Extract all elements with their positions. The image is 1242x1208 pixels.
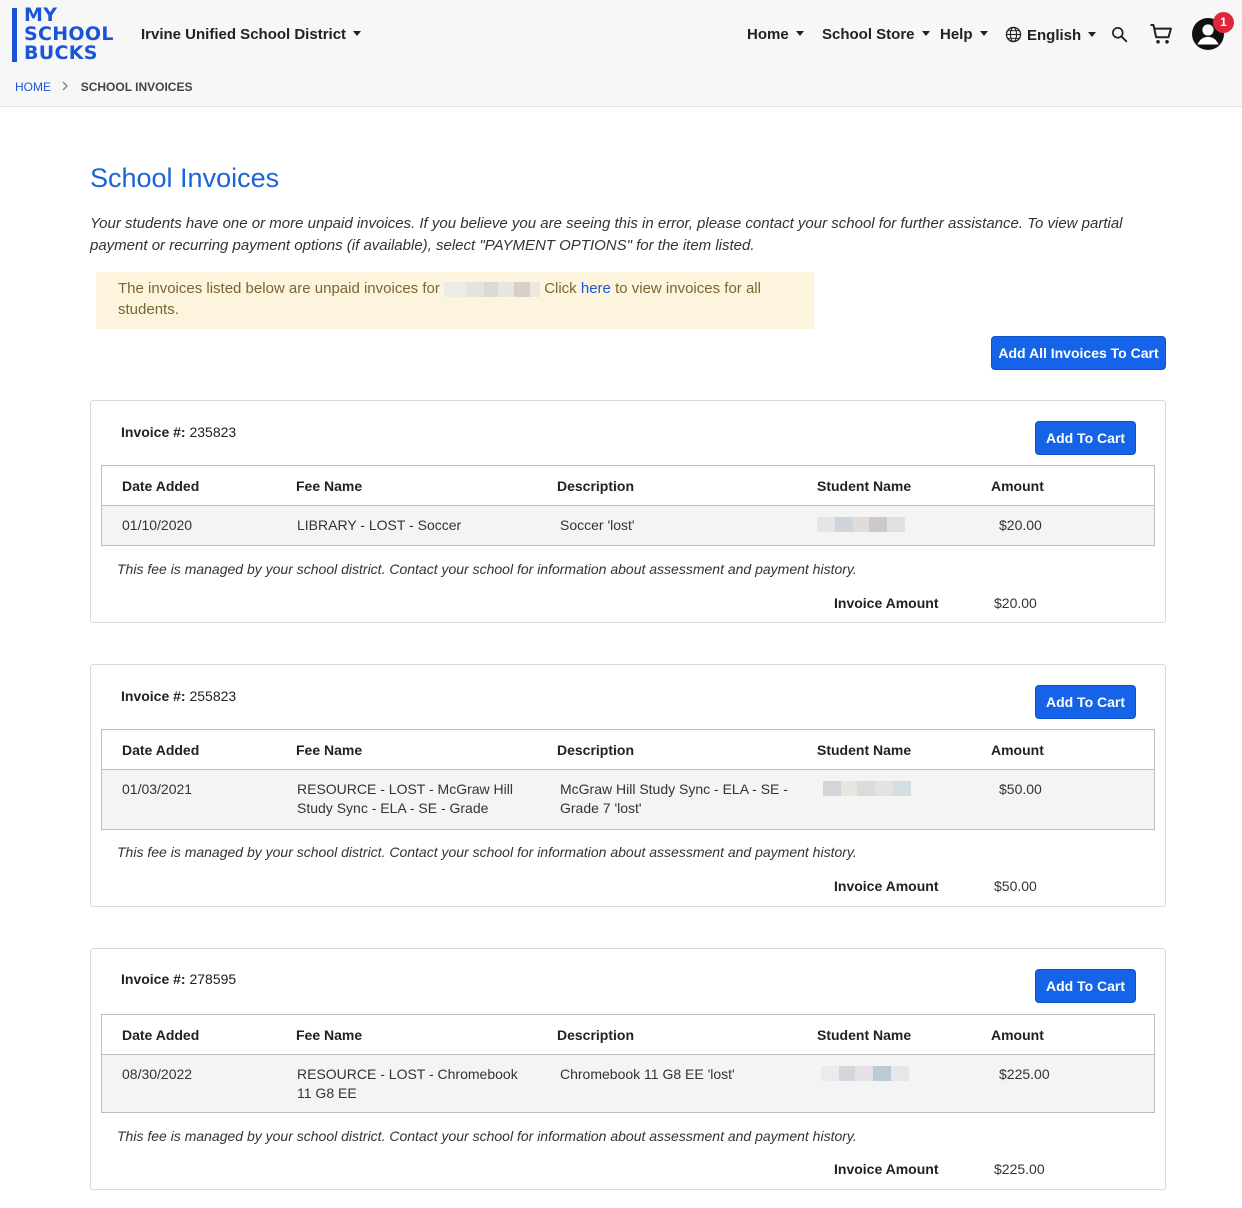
add-all-invoices-button[interactable]: Add All Invoices To Cart: [991, 336, 1166, 370]
chevron-right-icon: [62, 80, 72, 94]
breadcrumb-home-link[interactable]: HOME: [15, 80, 51, 94]
invoice-card: Invoice #: 255823 Add To Cart Date Added…: [90, 664, 1166, 907]
date-added: 01/03/2021: [122, 781, 193, 797]
cart-button[interactable]: [1149, 22, 1173, 51]
invoice-table: Date Added Fee Name Description Student …: [101, 729, 1155, 830]
redacted-student-name: [444, 281, 541, 297]
view-all-students-link[interactable]: here: [581, 280, 611, 297]
globe-icon: [1005, 26, 1022, 43]
add-to-cart-button[interactable]: Add To Cart: [1035, 421, 1136, 455]
col-amount: Amount: [991, 478, 1044, 494]
nav-school-store-label: School Store: [822, 26, 915, 43]
chevron-down-icon: [795, 31, 804, 37]
nav-help-label: Help: [940, 26, 973, 43]
language-label: English: [1027, 27, 1082, 44]
fee-name: RESOURCE - LOST - McGraw Hill Study Sync…: [297, 781, 513, 816]
redacted-student-name: [817, 517, 905, 532]
invoice-amount-value: $225.00: [994, 1161, 1045, 1177]
col-description: Description: [557, 478, 635, 494]
nav-home[interactable]: Home: [747, 26, 804, 43]
invoice-table: Date Added Fee Name Description Student …: [101, 1014, 1155, 1113]
table-header: Date Added Fee Name Description Student …: [102, 1015, 1154, 1055]
add-to-cart-button[interactable]: Add To Cart: [1035, 685, 1136, 719]
nav-school-store[interactable]: School Store: [822, 26, 930, 43]
notification-badge: 1: [1213, 12, 1234, 33]
intro-text: Your students have one or more unpaid in…: [90, 215, 1123, 254]
table-row: 08/30/2022 RESOURCE - LOST - Chromebook …: [102, 1055, 1154, 1112]
description: Soccer 'lost': [560, 517, 635, 533]
col-fee-name: Fee Name: [296, 1027, 363, 1043]
invoice-amount-value: $50.00: [994, 878, 1037, 894]
notice-text: The invoices listed below are unpaid inv…: [118, 280, 440, 297]
col-description: Description: [557, 742, 635, 758]
table-header: Date Added Fee Name Description Student …: [102, 730, 1154, 770]
fee-note: This fee is managed by your school distr…: [117, 1128, 857, 1144]
col-description: Description: [557, 1027, 635, 1043]
redacted-student-name: [823, 781, 911, 796]
col-student-name: Student Name: [817, 1027, 912, 1043]
invoice-table: Date Added Fee Name Description Student …: [101, 465, 1155, 546]
col-amount: Amount: [991, 742, 1044, 758]
page-title: School Invoices: [90, 163, 280, 193]
col-amount: Amount: [991, 1027, 1044, 1043]
invoice-amount-label: Invoice Amount: [834, 1161, 939, 1177]
chevron-down-icon: [1088, 32, 1097, 38]
cart-icon: [1150, 24, 1172, 44]
district-label: Irvine Unified School District: [141, 26, 347, 43]
table-header: Date Added Fee Name Description Student …: [102, 466, 1154, 506]
col-date-added: Date Added: [122, 478, 200, 494]
invoice-number: Invoice #: 255823: [121, 688, 237, 704]
description: Chromebook 11 G8 EE 'lost': [560, 1066, 735, 1082]
col-date-added: Date Added: [122, 1027, 200, 1043]
district-selector[interactable]: Irvine Unified School District: [141, 26, 362, 43]
invoice-amount-label: Invoice Amount: [834, 595, 939, 611]
search-button[interactable]: [1111, 26, 1128, 48]
invoice-card: Invoice #: 278595 Add To Cart Date Added…: [90, 948, 1166, 1190]
table-row: 01/03/2021 RESOURCE - LOST - McGraw Hill…: [102, 770, 1154, 829]
col-student-name: Student Name: [817, 742, 912, 758]
date-added: 08/30/2022: [122, 1066, 193, 1082]
col-fee-name: Fee Name: [296, 742, 363, 758]
invoice-number: Invoice #: 278595: [121, 971, 237, 987]
fee-name: RESOURCE - LOST - Chromebook 11 G8 EE: [297, 1066, 518, 1101]
breadcrumb: HOME SCHOOL INVOICES: [15, 80, 192, 94]
col-fee-name: Fee Name: [296, 478, 363, 494]
notice-banner: The invoices listed below are unpaid inv…: [96, 272, 814, 329]
logo-bar: [12, 8, 17, 62]
top-navbar: MY SCHOOL BUCKS Irvine Unified School Di…: [0, 0, 1242, 107]
invoice-number: Invoice #: 235823: [121, 424, 237, 440]
nav-home-label: Home: [747, 26, 789, 43]
chevron-down-icon: [353, 31, 362, 37]
fee-note: This fee is managed by your school distr…: [117, 844, 857, 860]
amount: $20.00: [999, 517, 1042, 533]
redacted-student-name: [821, 1066, 909, 1081]
invoice-amount-value: $20.00: [994, 595, 1037, 611]
notice-click-text: Click: [544, 280, 577, 297]
fee-note: This fee is managed by your school distr…: [117, 561, 857, 577]
breadcrumb-current: SCHOOL INVOICES: [80, 80, 193, 94]
date-added: 01/10/2020: [122, 517, 193, 533]
amount: $50.00: [999, 781, 1042, 797]
chevron-down-icon: [979, 31, 988, 37]
fee-name: LIBRARY - LOST - Soccer: [297, 517, 462, 533]
language-selector[interactable]: English: [1005, 26, 1097, 44]
table-row: 01/10/2020 LIBRARY - LOST - Soccer Socce…: [102, 506, 1154, 545]
nav-help[interactable]: Help: [940, 26, 988, 43]
myschoolbucks-logo[interactable]: MY SCHOOL BUCKS: [12, 6, 122, 64]
add-to-cart-button[interactable]: Add To Cart: [1035, 969, 1136, 1003]
invoice-card: Invoice #: 235823 Add To Cart Date Added…: [90, 400, 1166, 623]
search-icon: [1112, 27, 1128, 43]
col-student-name: Student Name: [817, 478, 912, 494]
amount: $225.00: [999, 1066, 1050, 1082]
logo-text: MY SCHOOL BUCKS: [24, 4, 114, 64]
description: McGraw Hill Study Sync - ELA - SE - Grad…: [560, 781, 788, 816]
chevron-down-icon: [921, 31, 930, 37]
col-date-added: Date Added: [122, 742, 200, 758]
invoice-amount-label: Invoice Amount: [834, 878, 939, 894]
